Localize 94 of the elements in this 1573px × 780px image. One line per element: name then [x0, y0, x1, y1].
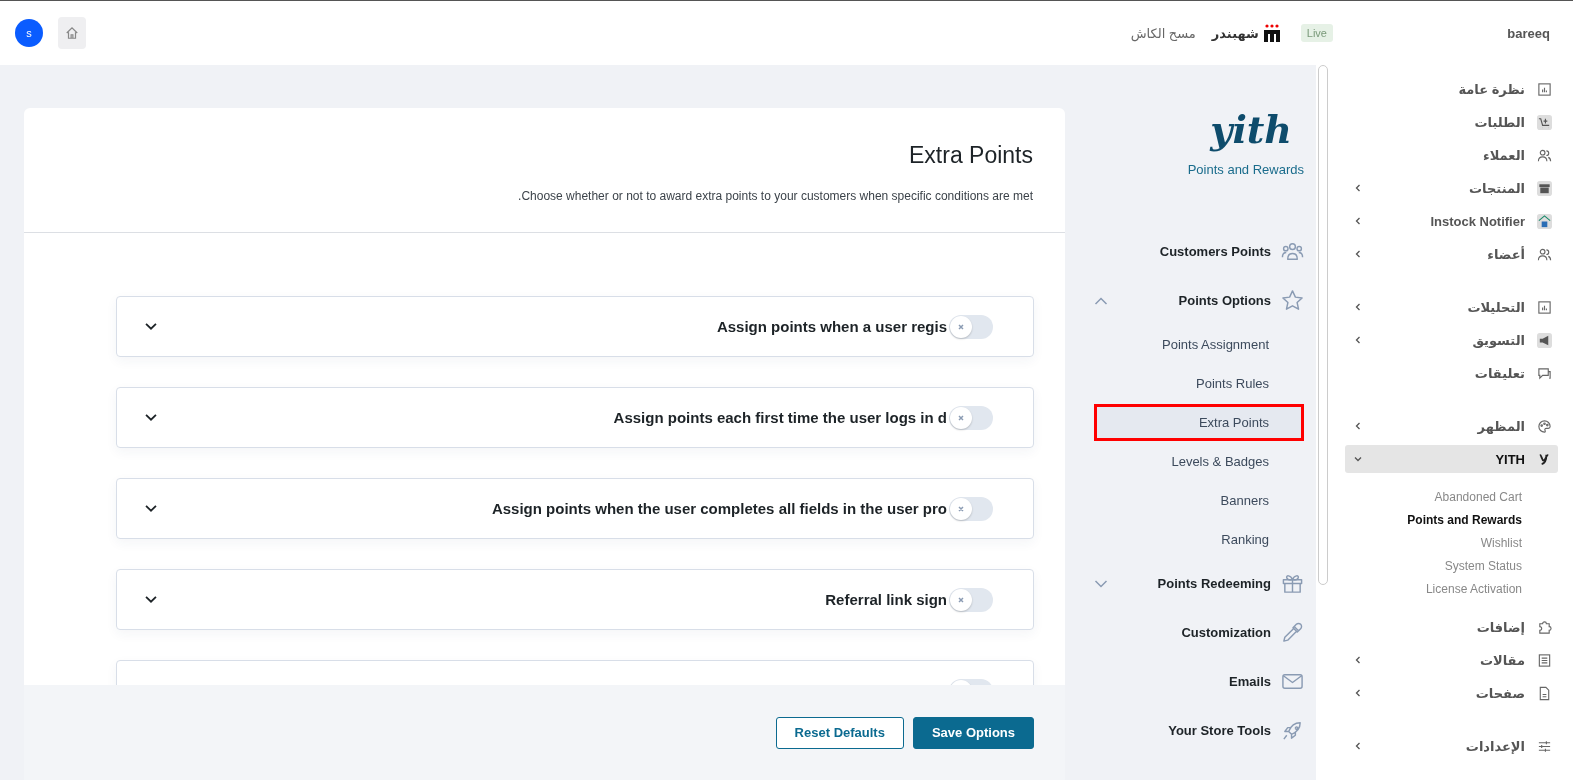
chevron-left-icon: [1353, 249, 1363, 259]
sidebar-subitem[interactable]: Wishlist: [1345, 532, 1522, 555]
option-title: Assign points when the user completes all fields in the user pro: [491, 500, 947, 517]
plugin-nav-item[interactable]: Emails: [1070, 657, 1304, 706]
chevron-down-icon: [1353, 454, 1363, 464]
palette-icon: [1537, 418, 1552, 434]
plugin-nav-item[interactable]: Customers Points: [1070, 227, 1304, 276]
sidebar-item[interactable]: YITH: [1345, 445, 1558, 473]
brand-link[interactable]: شهبندر: [1211, 25, 1259, 41]
plugin-nav-item[interactable]: Points Redeeming: [1070, 559, 1304, 608]
plugin-name: Points and Rewards: [1187, 162, 1304, 177]
page-title: Extra Points: [908, 142, 1033, 169]
chevron-left-icon: [1353, 335, 1363, 345]
toggle-switch[interactable]: [949, 587, 993, 612]
people-icon: [1281, 240, 1304, 263]
sidebar-item[interactable]: التحليلات: [1345, 293, 1558, 321]
option-title: Assign points when a user regis: [716, 318, 947, 335]
plugin-nav-item[interactable]: Customization: [1070, 608, 1304, 657]
box-icon: [1537, 180, 1552, 196]
site-name: bareeq: [1507, 25, 1550, 41]
doc-icon: [1537, 652, 1552, 668]
chevron-left-icon: [1353, 183, 1363, 193]
scrollbar-thumb[interactable]: [1318, 65, 1328, 585]
sidebar-item[interactable]: إضافات: [1345, 613, 1558, 641]
home-button[interactable]: [58, 17, 86, 49]
sidebar-item[interactable]: صفحات: [1345, 679, 1558, 707]
sidebar-item[interactable]: الطلبات: [1345, 108, 1558, 136]
dropper-icon: [1281, 621, 1304, 644]
chevron-left-icon: [1353, 302, 1363, 312]
cross-icon: [957, 413, 965, 422]
option-title: Referral link sign: [825, 591, 947, 608]
chart-icon: [1537, 299, 1552, 315]
chevron-left-icon: [1353, 688, 1363, 698]
store-icon: [1537, 213, 1552, 229]
plugin-nav-subitem[interactable]: Points Assignment: [1094, 326, 1304, 363]
sidebar-subitem[interactable]: License Activation: [1345, 578, 1522, 601]
toggle-switch[interactable]: [949, 314, 993, 339]
rocket-icon: [1281, 719, 1304, 742]
sidebar-item[interactable]: الإعدادات: [1345, 732, 1558, 760]
sidebar-item[interactable]: نظرة عامة: [1345, 75, 1558, 103]
plugin-nav-subitem[interactable]: Levels & Badges: [1094, 443, 1304, 480]
sidebar-item[interactable]: تعليقات: [1345, 359, 1558, 387]
toggle-switch[interactable]: [949, 405, 993, 430]
cross-icon: [957, 322, 965, 331]
plugin-nav-subitem[interactable]: Ranking: [1094, 521, 1304, 558]
page-description: Choose whether or not to award extra points to your customers when specific conditions are met.: [517, 189, 1033, 203]
plugin-nav-subitem[interactable]: Extra Points: [1094, 404, 1304, 441]
user-avatar[interactable]: s: [15, 19, 43, 47]
chevron-down-icon: [1094, 578, 1108, 589]
gift-icon: [1281, 572, 1304, 595]
home-icon: [65, 26, 79, 40]
reset-defaults-button[interactable]: Reset Defaults: [775, 716, 904, 749]
chevron-left-icon: [1353, 741, 1363, 751]
clear-cache-link[interactable]: مسح الكاش: [1130, 25, 1196, 41]
users-icon: [1537, 147, 1552, 163]
sidebar-item[interactable]: العملاء: [1345, 141, 1558, 169]
live-badge: Live: [1300, 24, 1333, 42]
chevron-down-icon[interactable]: [144, 322, 158, 331]
plugin-nav-item[interactable]: Points Options: [1070, 276, 1304, 325]
chevron-left-icon: [1353, 421, 1363, 431]
chart-icon: [1537, 81, 1552, 97]
puzzle-icon: [1537, 619, 1552, 635]
sidebar-subitem[interactable]: Abandoned Cart: [1345, 486, 1522, 509]
star-icon: [1281, 289, 1304, 312]
megaphone-icon: [1537, 332, 1552, 348]
plugin-nav-subitem[interactable]: Points Rules: [1094, 365, 1304, 402]
yith-logo: yith: [1210, 108, 1292, 152]
sidebar-item[interactable]: أعضاء: [1345, 240, 1558, 268]
chevron-left-icon: [1353, 655, 1363, 665]
chevron-down-icon[interactable]: [144, 595, 158, 604]
comment-icon: [1537, 365, 1552, 381]
sidebar-item[interactable]: مقالات: [1345, 646, 1558, 674]
cart-icon: [1537, 114, 1552, 130]
chevron-down-icon[interactable]: [144, 413, 158, 422]
save-options-button[interactable]: Save Options: [912, 716, 1034, 749]
sidebar-item[interactable]: المنتجات: [1345, 174, 1558, 202]
sidebar-subitem[interactable]: System Status: [1345, 555, 1522, 578]
chevron-left-icon: [1353, 216, 1363, 226]
brand-logo-icon: [1262, 24, 1281, 42]
option-title: Assign points each first time the user logs in d: [613, 409, 947, 426]
toggle-switch[interactable]: [949, 496, 993, 521]
sidebar-item[interactable]: Instock Notifier: [1345, 207, 1558, 235]
cross-icon: [957, 595, 965, 604]
chevron-down-icon[interactable]: [144, 504, 158, 513]
sliders-icon: [1537, 738, 1552, 754]
sidebar-subitem[interactable]: Points and Rewards: [1345, 509, 1522, 532]
page-icon: [1537, 685, 1552, 701]
sidebar-item[interactable]: المظهر: [1345, 412, 1558, 440]
plugin-nav-subitem[interactable]: Banners: [1094, 482, 1304, 519]
cross-icon: [957, 504, 965, 513]
sidebar-item[interactable]: التسويق: [1345, 326, 1558, 354]
plugin-nav-item[interactable]: Your Store Tools: [1070, 706, 1304, 755]
users-icon: [1537, 246, 1552, 262]
chevron-up-icon: [1094, 295, 1108, 306]
